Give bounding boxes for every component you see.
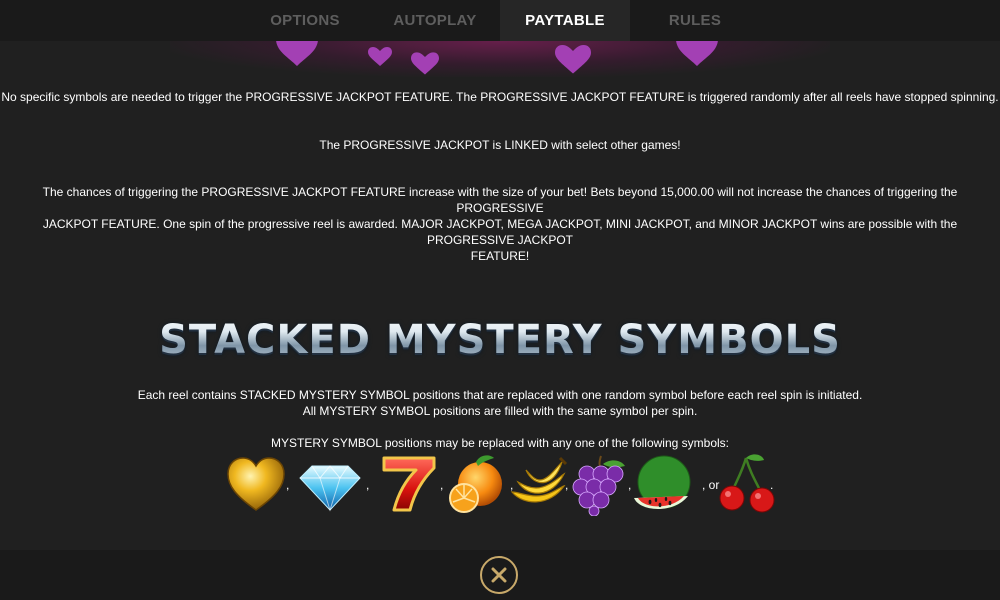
close-button[interactable] bbox=[480, 556, 518, 594]
banana-icon bbox=[510, 456, 568, 503]
separator: , bbox=[366, 478, 370, 492]
mystery-desc-line-1: Each reel contains STACKED MYSTERY SYMBO… bbox=[137, 388, 863, 402]
watermelon-icon bbox=[634, 455, 691, 509]
grapes-icon bbox=[572, 455, 625, 516]
heart-icon bbox=[676, 41, 718, 66]
stacked-mystery-title: STACKED MYSTERY SYMBOLS bbox=[0, 312, 1000, 368]
chances-line-3: FEATURE! bbox=[470, 249, 530, 263]
heart-icon bbox=[411, 52, 439, 75]
gold-heart-icon bbox=[227, 457, 285, 511]
diamond-icon bbox=[299, 465, 361, 512]
chances-line-2: JACKPOT FEATURE. One spin of the progres… bbox=[42, 217, 958, 247]
tab-options[interactable]: OPTIONS bbox=[240, 0, 370, 41]
heart-icon bbox=[368, 47, 392, 66]
tab-bar: OPTIONS AUTOPLAY PAYTABLE RULES bbox=[0, 0, 1000, 41]
orange-icon bbox=[449, 455, 502, 513]
paytable-screen: OPTIONS AUTOPLAY PAYTABLE RULES No speci… bbox=[0, 0, 1000, 600]
tab-paytable[interactable]: PAYTABLE bbox=[500, 0, 630, 41]
mystery-desc-line-2: All MYSTERY SYMBOL positions are filled … bbox=[302, 404, 698, 418]
progressive-linked-text: The PROGRESSIVE JACKPOT is LINKED with s… bbox=[319, 138, 681, 152]
tab-autoplay[interactable]: AUTOPLAY bbox=[370, 0, 500, 41]
separator: . bbox=[770, 478, 774, 492]
heart-icon bbox=[555, 45, 591, 74]
seven-icon bbox=[382, 456, 436, 512]
progressive-trigger-text: No specific symbols are needed to trigge… bbox=[1, 90, 999, 104]
mystery-description: Each reel contains STACKED MYSTERY SYMBO… bbox=[0, 387, 1000, 419]
close-icon bbox=[491, 567, 507, 583]
separator: , bbox=[440, 478, 444, 492]
separator: , bbox=[286, 478, 290, 492]
hearts-banner bbox=[170, 41, 830, 77]
progressive-chances-text: The chances of triggering the PROGRESSIV… bbox=[0, 184, 1000, 264]
tab-rules[interactable]: RULES bbox=[630, 0, 760, 41]
heart-icon bbox=[276, 41, 318, 66]
mystery-symbols-row: , , , , , , , or . bbox=[224, 452, 784, 518]
chances-line-1: The chances of triggering the PROGRESSIV… bbox=[42, 185, 958, 215]
mystery-replace-text: MYSTERY SYMBOL positions may be replaced… bbox=[271, 436, 729, 450]
